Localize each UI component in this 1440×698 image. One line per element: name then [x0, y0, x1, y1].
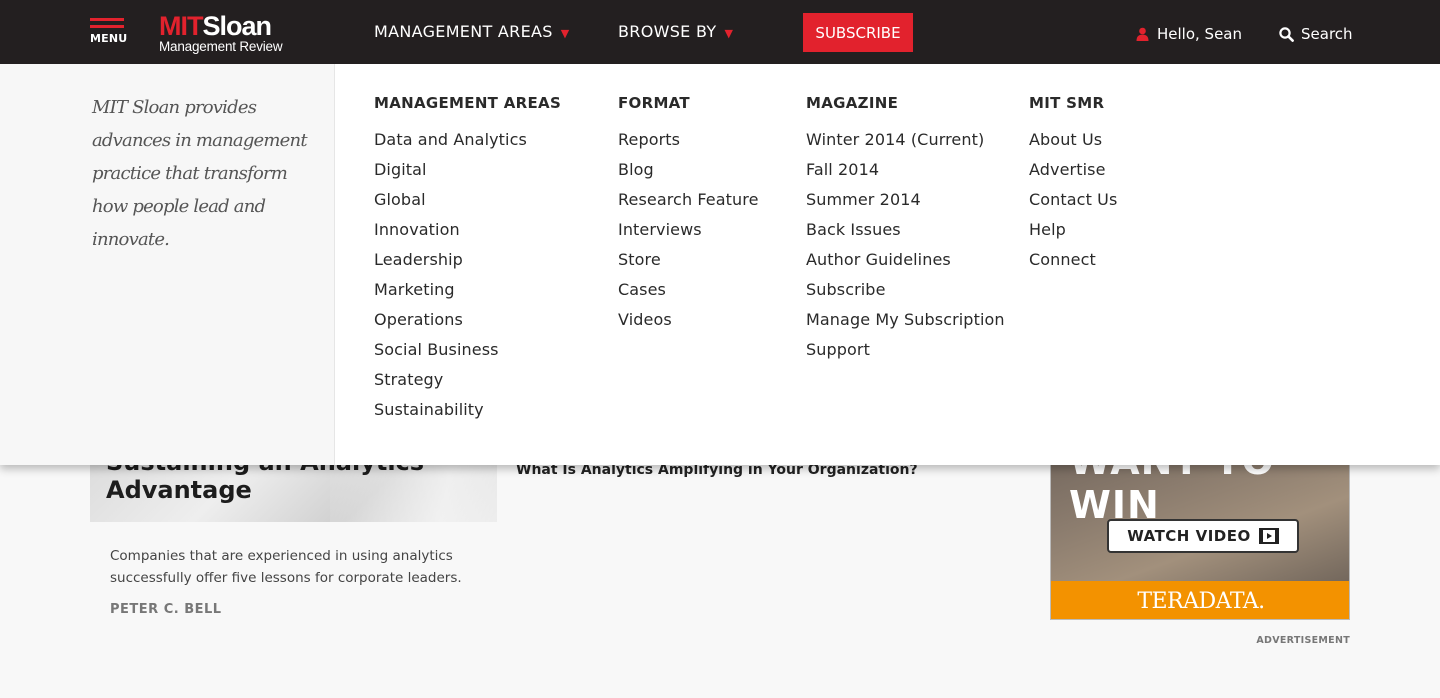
menu-link[interactable]: Digital	[374, 155, 561, 185]
video-play-icon	[1258, 528, 1279, 544]
hamburger-icon	[90, 18, 124, 21]
menu-link[interactable]: Blog	[618, 155, 759, 185]
ad-brand-logo: TERADATA.	[1137, 588, 1265, 614]
menu-column-mit-smr: MIT SMR About Us Advertise Contact Us He…	[1029, 94, 1117, 275]
menu-link[interactable]: Fall 2014	[806, 155, 1005, 185]
menu-column-magazine: MAGAZINE Winter 2014 (Current) Fall 2014…	[806, 94, 1005, 365]
column-heading: FORMAT	[618, 94, 690, 112]
logo-subtitle: Management Review	[159, 39, 283, 54]
menu-link[interactable]: Cases	[618, 275, 759, 305]
subscribe-button[interactable]: SUBSCRIBE	[803, 13, 913, 52]
search-label: Search	[1301, 25, 1353, 43]
watch-video-button[interactable]: WATCH VIDEO	[1107, 519, 1299, 553]
menu-link[interactable]: Videos	[618, 305, 759, 335]
mega-menu-tagline-panel: MIT Sloan provides advances in managemen…	[0, 64, 334, 465]
menu-link[interactable]: Operations	[374, 305, 561, 335]
menu-link[interactable]: Interviews	[618, 215, 759, 245]
menu-button[interactable]: MENU	[90, 18, 130, 52]
menu-link[interactable]: Innovation	[374, 215, 561, 245]
menu-link[interactable]: Research Feature	[618, 185, 759, 215]
menu-link[interactable]: About Us	[1029, 125, 1117, 155]
nav-browse-by-label: BROWSE BY	[618, 22, 717, 41]
ad-brand-bar: TERADATA.	[1051, 581, 1349, 619]
hero-article-description: Companies that are experienced in using …	[110, 548, 462, 586]
logo-sloan: Sloan	[202, 11, 273, 41]
menu-column-management-areas: MANAGEMENT AREAS Data and Analytics Digi…	[374, 94, 561, 425]
menu-link[interactable]: Data and Analytics	[374, 125, 561, 155]
search-icon	[1279, 26, 1294, 42]
caret-down-icon: ▼	[724, 27, 734, 40]
menu-link[interactable]: Contact Us	[1029, 185, 1117, 215]
nav-management-areas-label: MANAGEMENT AREAS	[374, 22, 553, 41]
menu-link[interactable]: Connect	[1029, 245, 1117, 275]
menu-link[interactable]: Author Guidelines	[806, 245, 1005, 275]
menu-link[interactable]: Summer 2014	[806, 185, 1005, 215]
menu-link[interactable]: Subscribe	[806, 275, 1005, 305]
user-account-link[interactable]: Hello, Sean	[1136, 25, 1242, 43]
watch-video-label: WATCH VIDEO	[1127, 527, 1251, 545]
menu-link[interactable]: Support	[806, 335, 1005, 365]
advertisement-label: ADVERTISEMENT	[1256, 635, 1350, 646]
logo-mit: MIT	[159, 11, 203, 41]
column-heading: MIT SMR	[1029, 94, 1105, 112]
nav-management-areas[interactable]: MANAGEMENT AREAS ▼	[374, 22, 569, 41]
menu-column-format: FORMAT Reports Blog Research Feature Int…	[618, 94, 759, 335]
menu-link[interactable]: Back Issues	[806, 215, 1005, 245]
menu-link[interactable]: Reports	[618, 125, 759, 155]
column-heading: MAGAZINE	[806, 94, 899, 112]
menu-label: MENU	[90, 32, 128, 45]
menu-link[interactable]: Strategy	[374, 365, 561, 395]
caret-down-icon: ▼	[560, 27, 570, 40]
site-tagline: MIT Sloan provides advances in managemen…	[92, 97, 308, 250]
menu-link[interactable]: Sustainability	[374, 395, 561, 425]
top-nav-bar: MENU MITSloan Management Review MANAGEME…	[0, 0, 1440, 64]
menu-link[interactable]: Advertise	[1029, 155, 1117, 185]
menu-link[interactable]: Leadership	[374, 245, 561, 275]
menu-link[interactable]: Store	[618, 245, 759, 275]
search-button[interactable]: Search	[1279, 25, 1353, 43]
mega-menu-links-panel: MANAGEMENT AREAS Data and Analytics Digi…	[334, 64, 1440, 465]
nav-browse-by[interactable]: BROWSE BY ▼	[618, 22, 733, 41]
menu-link[interactable]: Winter 2014 (Current)	[806, 125, 1005, 155]
column-heading: MANAGEMENT AREAS	[374, 94, 562, 112]
site-logo[interactable]: MITSloan Management Review	[159, 11, 283, 54]
hamburger-icon-bar	[90, 25, 124, 28]
user-icon	[1136, 27, 1149, 41]
menu-link[interactable]: Global	[374, 185, 561, 215]
hero-article-author[interactable]: PETER C. BELL	[110, 602, 222, 617]
mega-menu-dropdown: MIT Sloan provides advances in managemen…	[0, 64, 1440, 465]
menu-link[interactable]: Help	[1029, 215, 1117, 245]
menu-link[interactable]: Marketing	[374, 275, 561, 305]
menu-link[interactable]: Social Business	[374, 335, 561, 365]
menu-link[interactable]: Manage My Subscription	[806, 305, 1005, 335]
user-greeting: Hello, Sean	[1157, 25, 1243, 43]
